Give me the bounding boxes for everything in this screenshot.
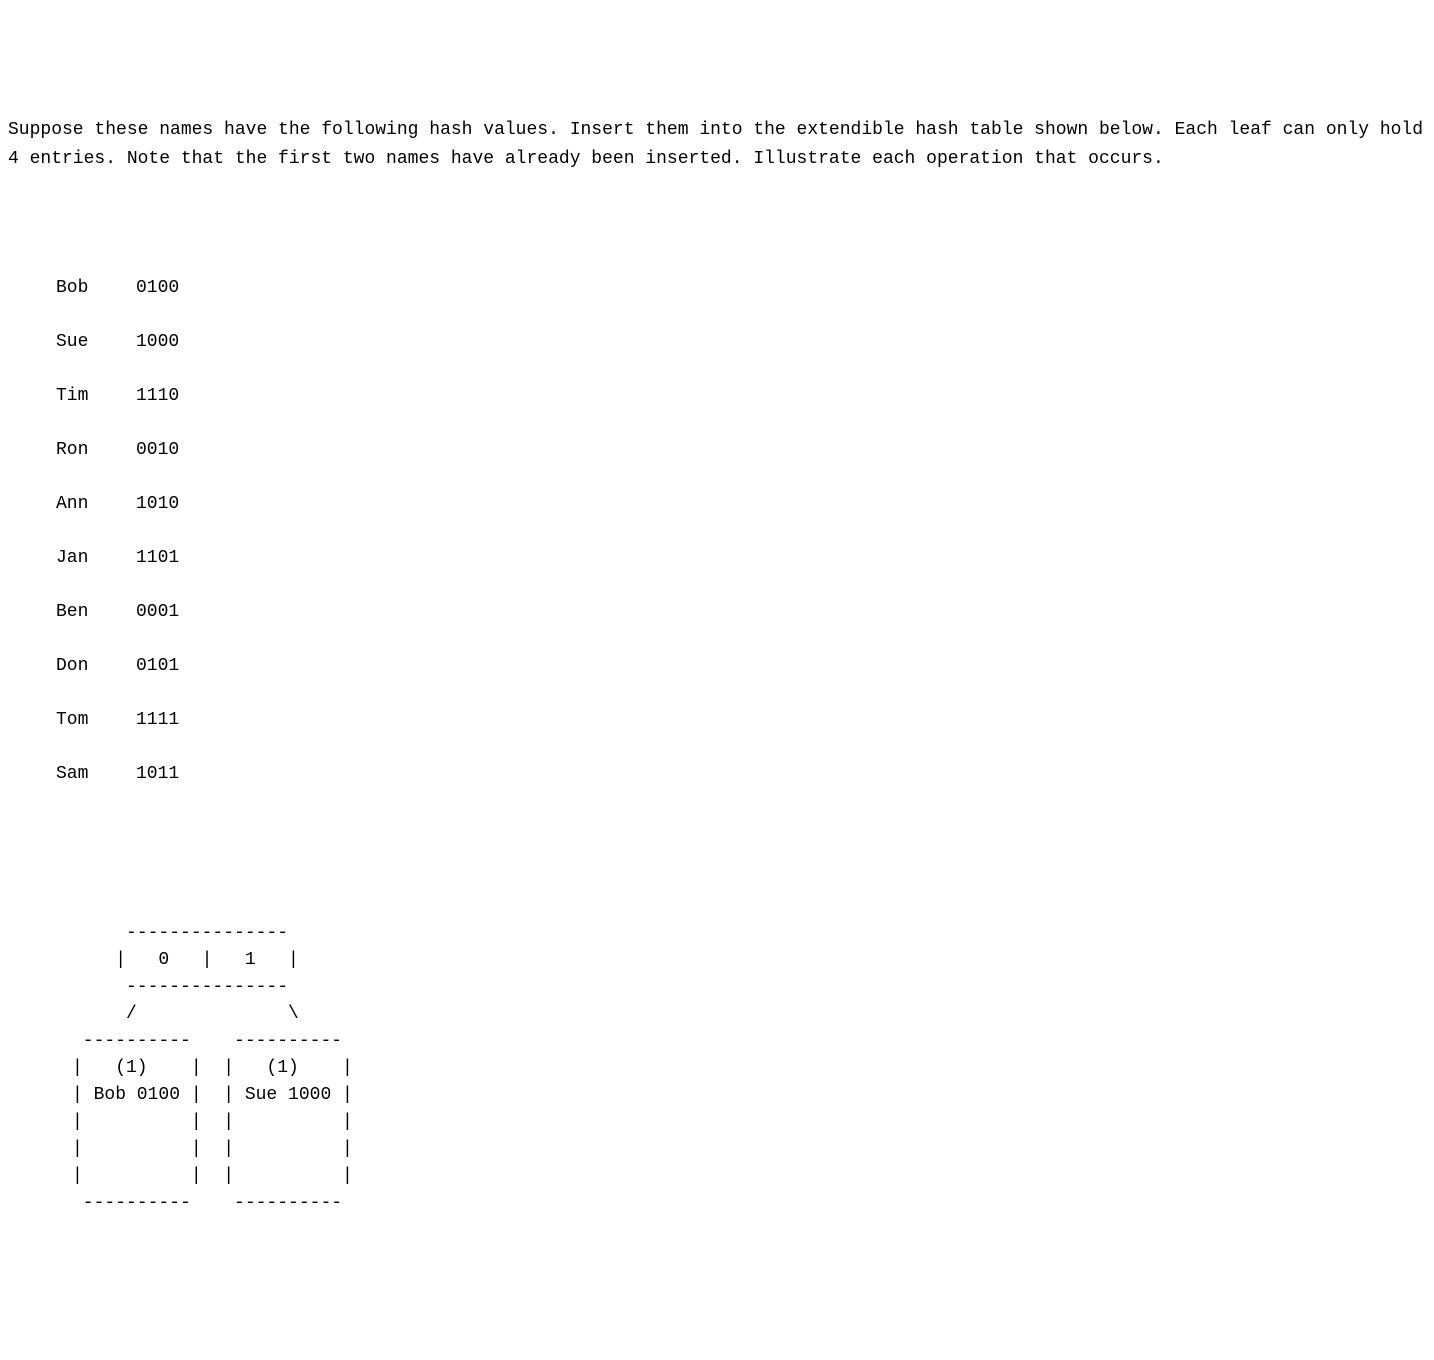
hash-name: Don: [56, 653, 136, 680]
diagram-line: ---------------: [72, 977, 288, 997]
hash-value: 0100: [136, 275, 179, 302]
hash-entry: Don0101: [56, 653, 1426, 680]
hash-value: 0101: [136, 653, 179, 680]
hash-value: 1101: [136, 545, 179, 572]
diagram-leaf-empty-row: | | | |: [72, 1166, 353, 1186]
diagram-line: ---------------: [72, 923, 288, 943]
hash-entry: Bob0100: [56, 275, 1426, 302]
diagram-directory-row: | 0 | 1 |: [72, 950, 299, 970]
hash-value: 1000: [136, 329, 179, 356]
hash-values-list: Bob0100 Sue1000 Tim1110 Ron0010 Ann1010 …: [56, 248, 1426, 815]
hash-value: 1011: [136, 761, 179, 788]
diagram-leaf-depth-row: | (1) | | (1) |: [72, 1058, 353, 1078]
hash-value: 0001: [136, 599, 179, 626]
hash-entry: Sam1011: [56, 761, 1426, 788]
hash-name: Bob: [56, 275, 136, 302]
hash-name: Tom: [56, 707, 136, 734]
hash-value: 1010: [136, 491, 179, 518]
hash-entry: Sue1000: [56, 329, 1426, 356]
hash-entry: Ben0001: [56, 599, 1426, 626]
hash-name: Sam: [56, 761, 136, 788]
hash-table-diagram: --------------- | 0 | 1 | --------------…: [72, 893, 1426, 1217]
diagram-line: ---------- ----------: [72, 1031, 342, 1051]
hash-name: Ben: [56, 599, 136, 626]
diagram-leaf-entry-row: | Bob 0100 | | Sue 1000 |: [72, 1085, 353, 1105]
diagram-leaf-empty-row: | | | |: [72, 1112, 353, 1132]
hash-name: Sue: [56, 329, 136, 356]
hash-name: Tim: [56, 383, 136, 410]
hash-name: Ron: [56, 437, 136, 464]
hash-value: 1111: [136, 707, 179, 734]
hash-entry: Tim1110: [56, 383, 1426, 410]
hash-name: Ann: [56, 491, 136, 518]
hash-entry: Jan1101: [56, 545, 1426, 572]
problem-statement: Suppose these names have the following h…: [8, 116, 1426, 174]
hash-name: Jan: [56, 545, 136, 572]
hash-value: 1110: [136, 383, 179, 410]
diagram-leaf-empty-row: | | | |: [72, 1139, 353, 1159]
hash-entry: Ron0010: [56, 437, 1426, 464]
hash-entry: Ann1010: [56, 491, 1426, 518]
diagram-line: ---------- ----------: [72, 1193, 342, 1213]
diagram-pointers: / \: [72, 1004, 299, 1024]
hash-entry: Tom1111: [56, 707, 1426, 734]
hash-value: 0010: [136, 437, 179, 464]
